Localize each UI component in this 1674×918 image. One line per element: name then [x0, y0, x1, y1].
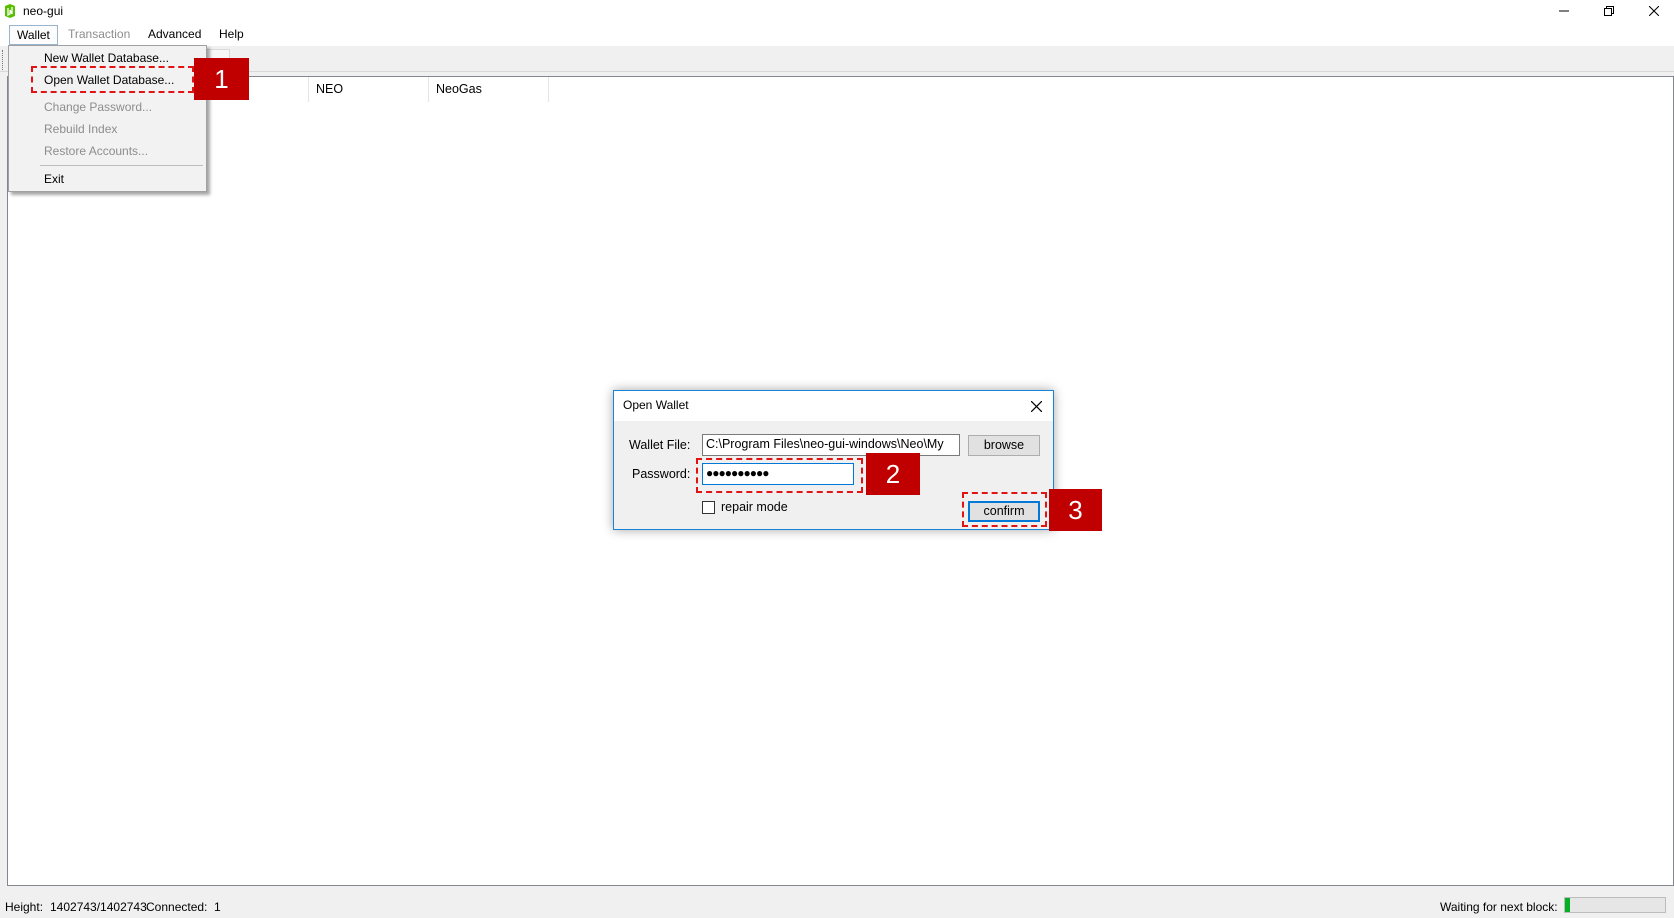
- title-bar: neo-gui: [0, 0, 1674, 23]
- minimize-icon: [1558, 10, 1569, 12]
- callout-confirm: [962, 492, 1047, 527]
- wallet-file-label: Wallet File:: [629, 438, 691, 452]
- browse-button[interactable]: browse: [968, 435, 1040, 456]
- window-title: neo-gui: [23, 4, 64, 18]
- menu-transaction[interactable]: Transaction: [61, 25, 137, 45]
- callout-password: [696, 458, 863, 493]
- checkbox-icon: [703, 503, 714, 514]
- connected-label: Connected:: [146, 900, 208, 914]
- password-label: Password:: [632, 467, 691, 481]
- waiting-label: Waiting for next block:: [1440, 900, 1558, 914]
- tool-strip: [0, 46, 1674, 72]
- restore-button[interactable]: [1586, 0, 1631, 22]
- status-bar: Height: 1402743/1402743 Connected: 1 Wai…: [0, 894, 1674, 918]
- menu-item-change-password[interactable]: Change Password...: [44, 97, 152, 117]
- annotation-badge-2: 2: [866, 453, 920, 495]
- dialog-title-bar: Open Wallet: [614, 391, 1053, 421]
- menu-item-restore-accounts[interactable]: Restore Accounts...: [44, 141, 148, 161]
- dialog-close-button[interactable]: [1025, 396, 1047, 416]
- annotation-badge-3: 3: [1049, 489, 1102, 531]
- close-button[interactable]: [1631, 0, 1674, 22]
- menu-item-new-wallet[interactable]: New Wallet Database...: [44, 48, 169, 68]
- height-value: 1402743/1402743: [50, 900, 147, 914]
- tab-stub-left: [2, 50, 6, 70]
- restore-icon: [1603, 6, 1614, 16]
- menu-separator: [40, 165, 203, 166]
- annotation-badge-1: 1: [194, 58, 249, 100]
- menu-help[interactable]: Help: [212, 25, 251, 45]
- callout-open-wallet: [31, 66, 194, 93]
- menu-advanced[interactable]: Advanced: [141, 25, 208, 45]
- repair-mode-checkbox[interactable]: [702, 501, 715, 514]
- menu-bar: Wallet Transaction Advanced Help: [0, 23, 1674, 46]
- close-icon: [1648, 6, 1659, 16]
- block-progress-bar: [1564, 897, 1666, 913]
- minimize-button[interactable]: [1541, 0, 1586, 22]
- wallet-file-input[interactable]: C:\Program Files\neo-gui-windows\Neo\My: [702, 434, 960, 456]
- neo-logo-icon: [5, 4, 15, 18]
- menu-item-exit[interactable]: Exit: [44, 169, 64, 189]
- column-header-neo[interactable]: NEO: [309, 77, 429, 102]
- dialog-close-icon: [1030, 400, 1042, 412]
- repair-mode-label: repair mode: [721, 500, 788, 514]
- column-header-neogas[interactable]: NeoGas: [429, 77, 549, 102]
- menu-wallet[interactable]: Wallet: [9, 25, 58, 45]
- height-label: Height:: [5, 900, 44, 914]
- menu-item-rebuild-index[interactable]: Rebuild Index: [44, 119, 117, 139]
- block-progress-fill: [1565, 898, 1570, 912]
- connected-value: 1: [214, 900, 221, 914]
- dialog-title: Open Wallet: [623, 398, 689, 412]
